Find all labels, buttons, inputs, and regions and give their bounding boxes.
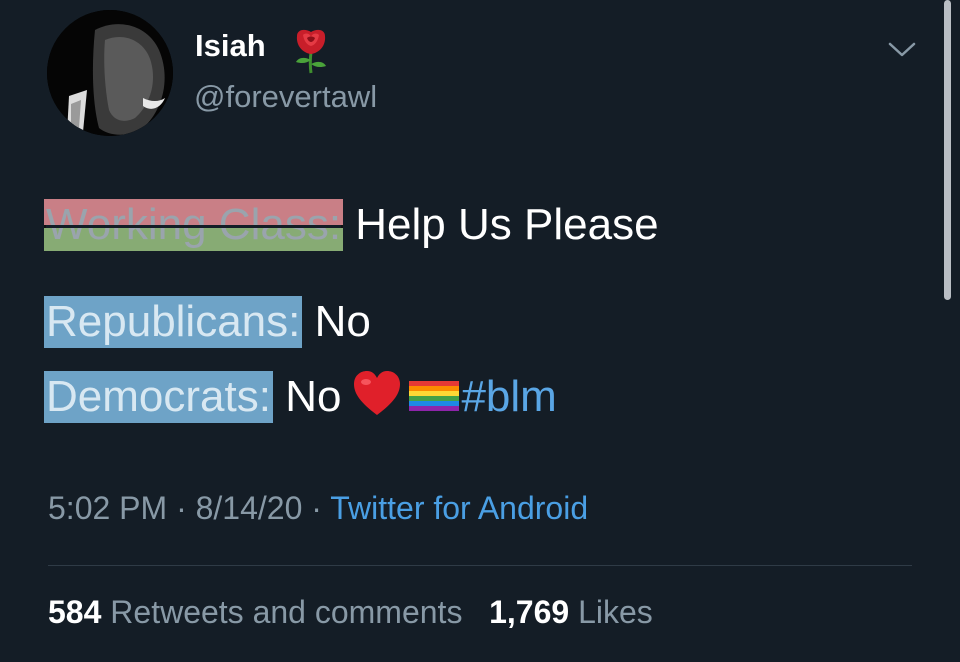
republicans-label: Republicans: [44,296,303,348]
retweets-stat[interactable]: 584 Retweets and comments [48,594,462,630]
working-class-label: Working Class: [44,199,344,251]
display-name[interactable]: Isiah [195,28,266,64]
democrats-label: Democrats: [44,371,273,423]
tweet-line-republicans: Republicans: No [44,296,371,348]
democrats-text: No [285,372,342,421]
meta-separator: · [176,490,187,526]
likes-count: 1,769 [489,594,570,630]
rose-icon [296,29,326,74]
tweet-stats: 584 Retweets and comments 1,769 Likes [48,594,653,631]
hashtag-blm[interactable]: #blm [461,372,556,421]
heart-icon [354,371,401,415]
likes-stat[interactable]: 1,769 Likes [489,594,653,630]
avatar[interactable] [47,10,173,136]
user-handle[interactable]: @forevertawl [194,79,377,115]
avatar-photo [47,10,173,136]
retweets-count: 584 [48,594,102,630]
rainbow-flag-icon [409,381,460,411]
retweets-label: Retweets and comments [110,594,463,630]
likes-label: Likes [578,594,653,630]
tweet-time: 5:02 PM [48,490,168,526]
tweet-date: 8/14/20 [195,490,303,526]
tweet-detail: Isiah @forevertawl Working Class: Help U… [0,0,960,662]
meta-separator: · [311,490,322,526]
tweet-meta: 5:02 PM · 8/14/20 · Twitter for Android [48,490,588,527]
working-class-text: Help Us Please [355,200,659,249]
republicans-text: No [314,297,371,346]
tweet-source-link[interactable]: Twitter for Android [330,490,588,526]
divider [48,565,912,566]
chevron-down-icon[interactable] [884,36,920,62]
tweet-line-democrats: Democrats: No #blm [44,369,557,423]
tweet-line-working-class: Working Class: Help Us Please [44,199,659,251]
scrollbar[interactable] [944,0,951,300]
